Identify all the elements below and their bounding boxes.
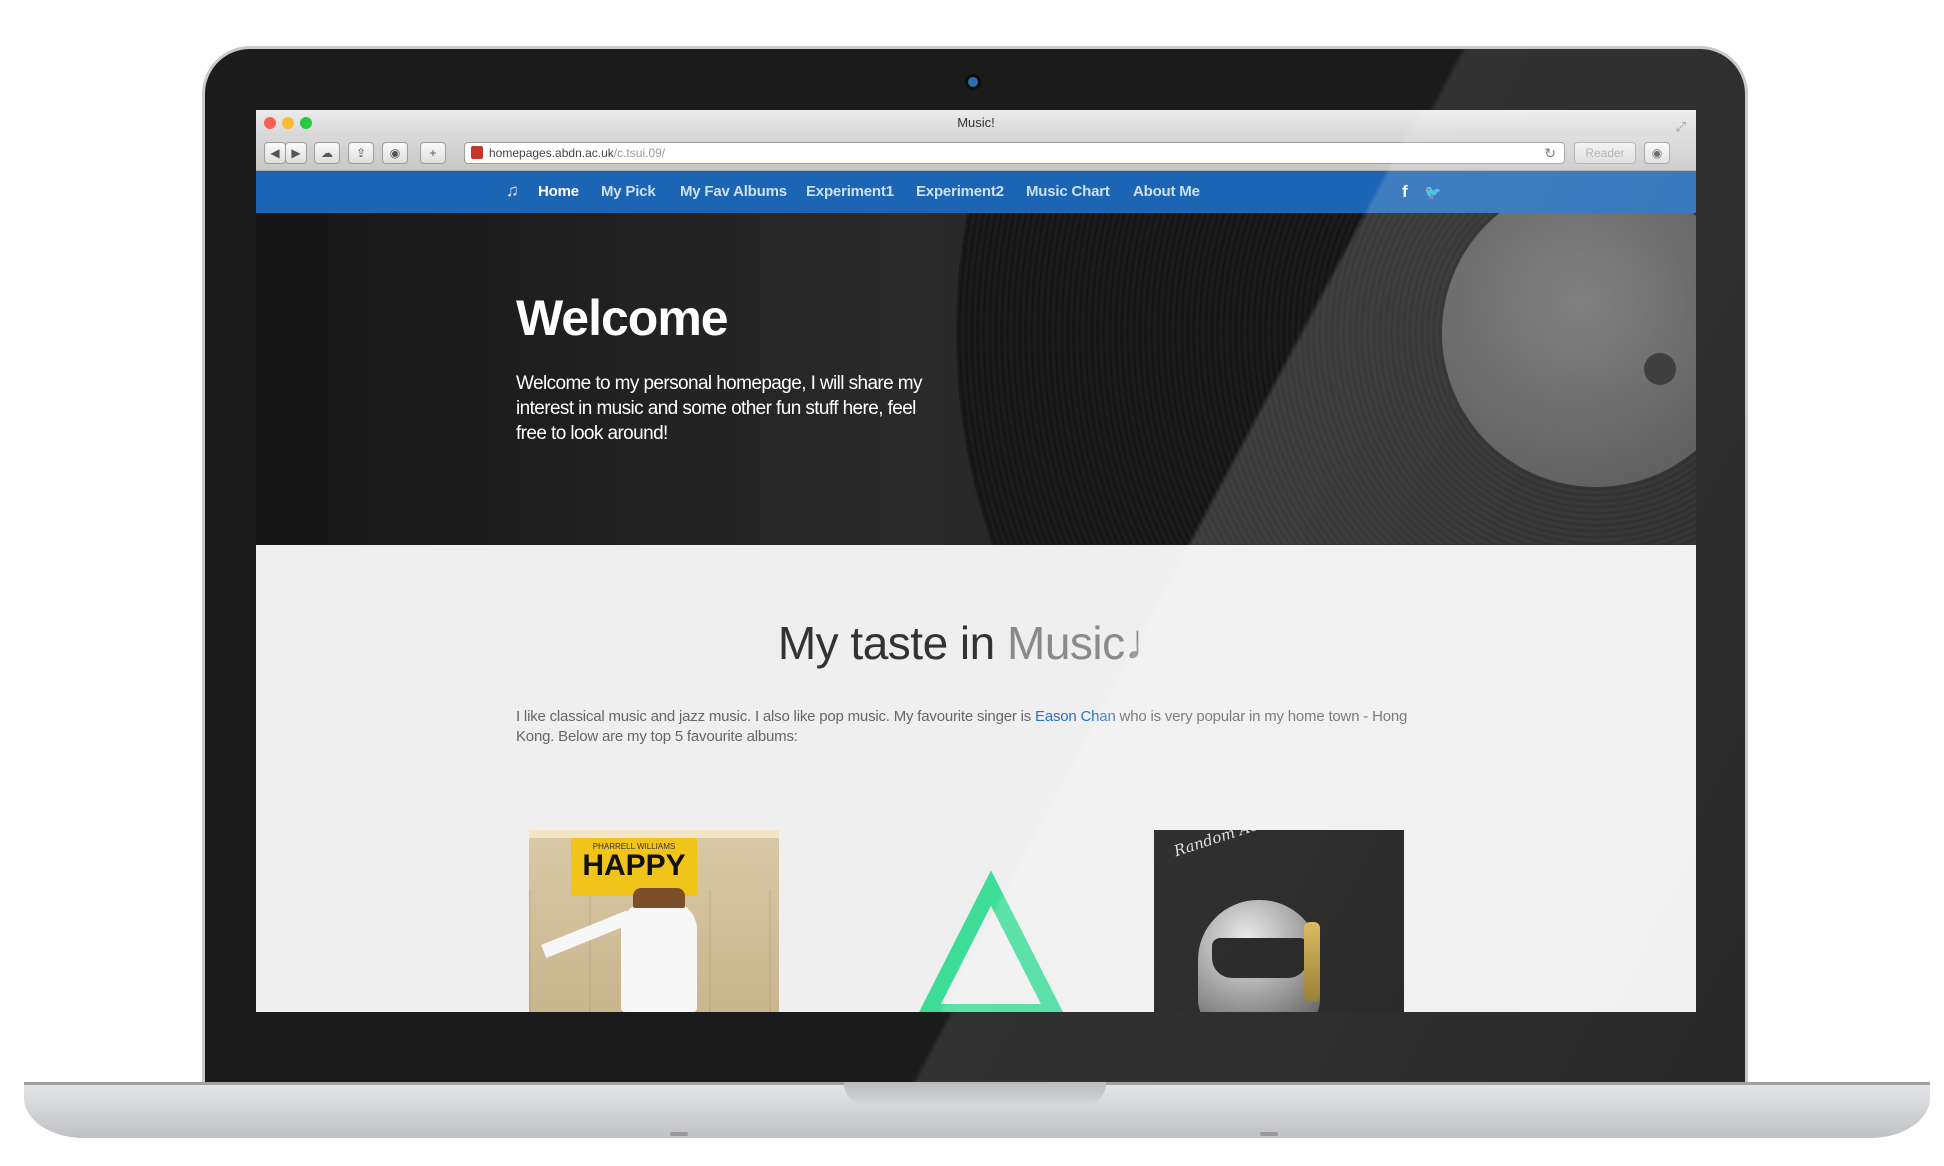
url-path: /c.tsui.09/: [613, 146, 666, 160]
nav-experiment2[interactable]: Experiment2: [916, 171, 1004, 213]
extension-icon: ◉: [1651, 146, 1663, 160]
album-title: HAPPY: [582, 849, 686, 882]
address-bar[interactable]: homepages.abdn.ac.uk/c.tsui.09/ ↻: [464, 142, 1565, 164]
reload-icon[interactable]: ↻: [1544, 143, 1556, 163]
intro-paragraph: I like classical music and jazz music. I…: [516, 707, 1436, 747]
close-window-button[interactable]: [264, 117, 276, 129]
share-icon: ⇪: [355, 146, 367, 160]
music-note-icon[interactable]: ♫: [506, 181, 519, 201]
laptop-foot: [1260, 1132, 1278, 1136]
helmet-gold-trim: [1304, 922, 1320, 1002]
album-cover-random-access-memories[interactable]: Random Access Memories: [1154, 830, 1404, 1012]
album-cover-happy[interactable]: PHARRELL WILLIAMS HAPPY: [529, 830, 779, 1012]
nav-my-fav-albums[interactable]: My Fav Albums: [680, 171, 787, 213]
album-script-title: Random Access Memories: [1172, 830, 1368, 860]
cloud-icon: ☁: [321, 146, 333, 160]
site-favicon-icon: [471, 146, 483, 159]
album-figure: [621, 900, 697, 1012]
back-icon: ◀: [270, 146, 280, 160]
nav-my-pick[interactable]: My Pick: [601, 171, 656, 213]
nav-home[interactable]: Home: [538, 171, 579, 213]
album-figure-hat: [633, 888, 685, 908]
back-button[interactable]: ◀: [264, 142, 286, 164]
twitter-icon[interactable]: 🐦: [1424, 171, 1441, 213]
plus-icon: +: [429, 146, 437, 160]
nav-music-chart[interactable]: Music Chart: [1026, 171, 1110, 213]
browser-toolbar: ◀ ▶ ☁ ⇪ ◉ + homepages.abdn.ac.uk/c.tsui.…: [256, 136, 1696, 171]
vinyl-spindle-graphic: [1644, 353, 1676, 385]
nav-experiment1[interactable]: Experiment1: [806, 171, 894, 213]
nav-about-me[interactable]: About Me: [1133, 171, 1200, 213]
music-note-icon: ♩: [1124, 614, 1175, 670]
minimize-window-button[interactable]: [282, 117, 294, 129]
forward-button[interactable]: ▶: [285, 142, 307, 164]
facebook-icon[interactable]: f: [1402, 171, 1408, 213]
url-text: homepages.abdn.ac.uk/c.tsui.09/: [489, 143, 665, 163]
intro-text: I like classical music and jazz music. I…: [516, 708, 1036, 725]
new-tab-button[interactable]: +: [420, 142, 446, 164]
section-title-light: Music: [1007, 617, 1125, 669]
hero-banner: Welcome Welcome to my personal homepage,…: [256, 213, 1696, 545]
icloud-tabs-button[interactable]: ☁: [314, 142, 340, 164]
extension-icon: ◉: [389, 146, 401, 160]
zoom-window-button[interactable]: [300, 117, 312, 129]
base-notch: [844, 1082, 1106, 1104]
laptop-foot: [670, 1132, 688, 1136]
site-navbar: ♫ Home My Pick My Fav Albums Experiment1…: [256, 171, 1696, 213]
section-title: My taste in Music♩: [256, 613, 1696, 671]
helmet-visor-graphic: [1212, 938, 1308, 978]
main-content: My taste in Music♩ I like classical musi…: [256, 545, 1696, 1012]
hero-title: Welcome: [516, 290, 729, 346]
window-title: Music!: [957, 115, 995, 130]
url-host: homepages.abdn.ac.uk: [489, 146, 614, 160]
reader-button[interactable]: Reader: [1574, 142, 1636, 164]
eason-chan-link[interactable]: Eason Chan: [1035, 708, 1116, 725]
album-cover-triangle[interactable]: [866, 830, 1116, 1012]
window-controls: [264, 117, 312, 129]
share-button[interactable]: ⇪: [348, 142, 374, 164]
section-title-dark: My taste in: [777, 617, 1008, 669]
album-frame: [529, 830, 779, 838]
forward-icon: ▶: [291, 146, 301, 160]
screen: Music! ⤢ ◀ ▶ ☁ ⇪ ◉ + homepages.abdn.ac.u…: [256, 110, 1696, 1012]
hero-text: Welcome to my personal homepage, I will …: [516, 373, 923, 444]
browser-titlebar: Music! ⤢: [256, 110, 1696, 136]
triangle-icon: [919, 870, 1063, 1012]
extension-button[interactable]: ◉: [382, 142, 408, 164]
camera-icon: [968, 77, 978, 87]
downloads-button[interactable]: ◉: [1644, 142, 1670, 164]
